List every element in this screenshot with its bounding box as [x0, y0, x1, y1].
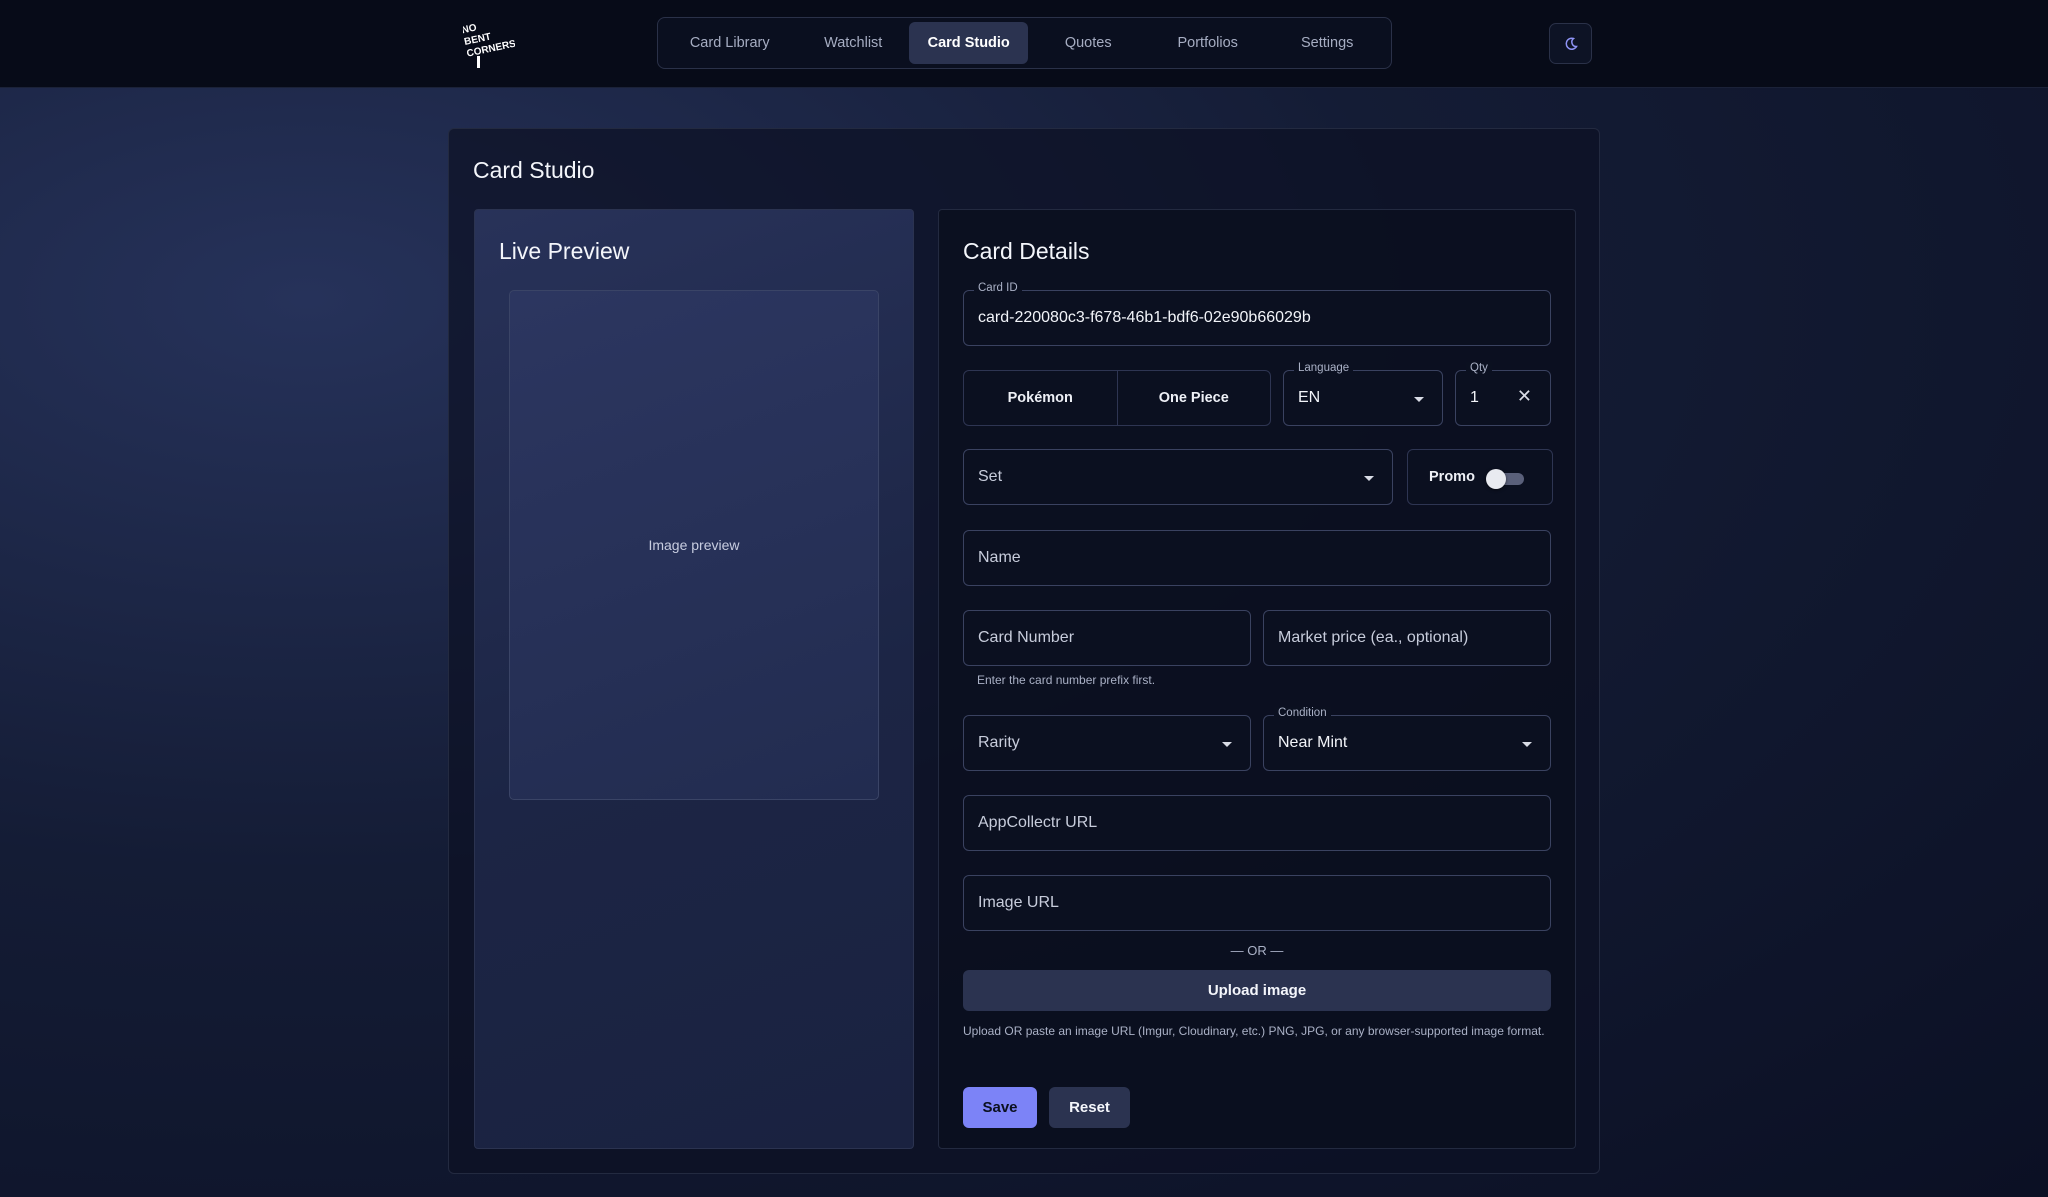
language-select[interactable]: Language EN: [1283, 362, 1443, 426]
name-input[interactable]: Name: [963, 530, 1551, 586]
chevron-down-icon: [1364, 476, 1374, 481]
chevron-down-icon: [1414, 397, 1424, 402]
promo-toggle-thumb[interactable]: [1486, 469, 1506, 489]
market-price-placeholder: Market price (ea., optional): [1278, 629, 1469, 646]
condition-label: Condition: [1274, 707, 1331, 719]
promo-label: Promo: [1429, 469, 1475, 485]
nav-portfolios[interactable]: Portfolios: [1148, 22, 1268, 64]
game-selector: Pokémon One Piece: [963, 370, 1271, 426]
top-navigation-bar: NO BENT CORNERS Card Library Watchlist C…: [0, 0, 2048, 88]
chevron-down-icon: [1222, 742, 1232, 747]
qty-label: Qty: [1466, 362, 1492, 374]
moon-icon: [1565, 36, 1578, 50]
or-divider: — OR —: [1230, 943, 1284, 958]
market-price-input[interactable]: Market price (ea., optional): [1263, 610, 1551, 666]
game-option-pokemon[interactable]: Pokémon: [964, 371, 1117, 425]
card-id-value: card-220080c3-f678-46b1-bdf6-02e90b66029…: [978, 309, 1311, 326]
image-url-placeholder: Image URL: [978, 894, 1059, 911]
card-number-input[interactable]: Card Number: [963, 610, 1251, 666]
nav-card-studio[interactable]: Card Studio: [908, 22, 1029, 64]
card-details-panel: Card Details Card ID card-220080c3-f678-…: [938, 209, 1576, 1149]
card-id-label: Card ID: [974, 282, 1022, 294]
image-url-input[interactable]: Image URL: [963, 875, 1551, 931]
condition-select[interactable]: Condition Near Mint: [1263, 707, 1551, 771]
game-option-one-piece[interactable]: One Piece: [1116, 371, 1271, 425]
page-title: Card Studio: [473, 157, 595, 183]
nav-quotes[interactable]: Quotes: [1028, 22, 1148, 64]
card-details-title: Card Details: [963, 238, 1090, 264]
condition-value: Near Mint: [1278, 734, 1348, 751]
chevron-down-icon: [1522, 742, 1532, 747]
card-number-helper: Enter the card number prefix first.: [977, 673, 1156, 687]
image-preview-placeholder: Image preview: [648, 537, 740, 553]
language-label: Language: [1294, 362, 1354, 374]
live-preview-title: Live Preview: [499, 238, 630, 264]
nav-watchlist[interactable]: Watchlist: [797, 22, 909, 64]
reset-button[interactable]: Reset: [1049, 1087, 1130, 1128]
theme-toggle-button[interactable]: [1549, 23, 1592, 64]
qty-value: 1: [1470, 389, 1479, 406]
promo-toggle-box: Promo: [1407, 449, 1553, 505]
appcollectr-url-placeholder: AppCollectr URL: [978, 814, 1098, 831]
rarity-select[interactable]: Rarity: [963, 715, 1251, 771]
logo-icon[interactable]: NO BENT CORNERS: [463, 16, 515, 70]
upload-helper-text: Upload OR paste an image URL (Imgur, Clo…: [963, 1024, 1545, 1038]
card-number-placeholder: Card Number: [978, 629, 1075, 646]
nav-card-library[interactable]: Card Library: [662, 22, 797, 64]
clear-icon[interactable]: ✕: [1517, 386, 1532, 407]
set-placeholder: Set: [978, 468, 1003, 485]
language-value: EN: [1298, 389, 1321, 406]
live-preview-panel: Live Preview Image preview: [474, 209, 914, 1149]
card-id-field[interactable]: Card ID card-220080c3-f678-46b1-bdf6-02e…: [963, 282, 1551, 346]
save-button[interactable]: Save: [963, 1087, 1037, 1128]
image-preview-box: Image preview: [509, 290, 879, 800]
card-studio-panel: Card Studio Live Preview Image preview C…: [448, 128, 1600, 1174]
rarity-placeholder: Rarity: [978, 734, 1020, 751]
appcollectr-url-input[interactable]: AppCollectr URL: [963, 795, 1551, 851]
qty-field[interactable]: Qty 1 ✕: [1455, 362, 1551, 426]
set-select[interactable]: Set: [963, 449, 1393, 505]
upload-image-button[interactable]: Upload image: [963, 970, 1551, 1011]
main-nav: Card Library Watchlist Card Studio Quote…: [657, 17, 1392, 69]
nav-settings[interactable]: Settings: [1267, 22, 1387, 64]
name-placeholder: Name: [978, 549, 1021, 566]
